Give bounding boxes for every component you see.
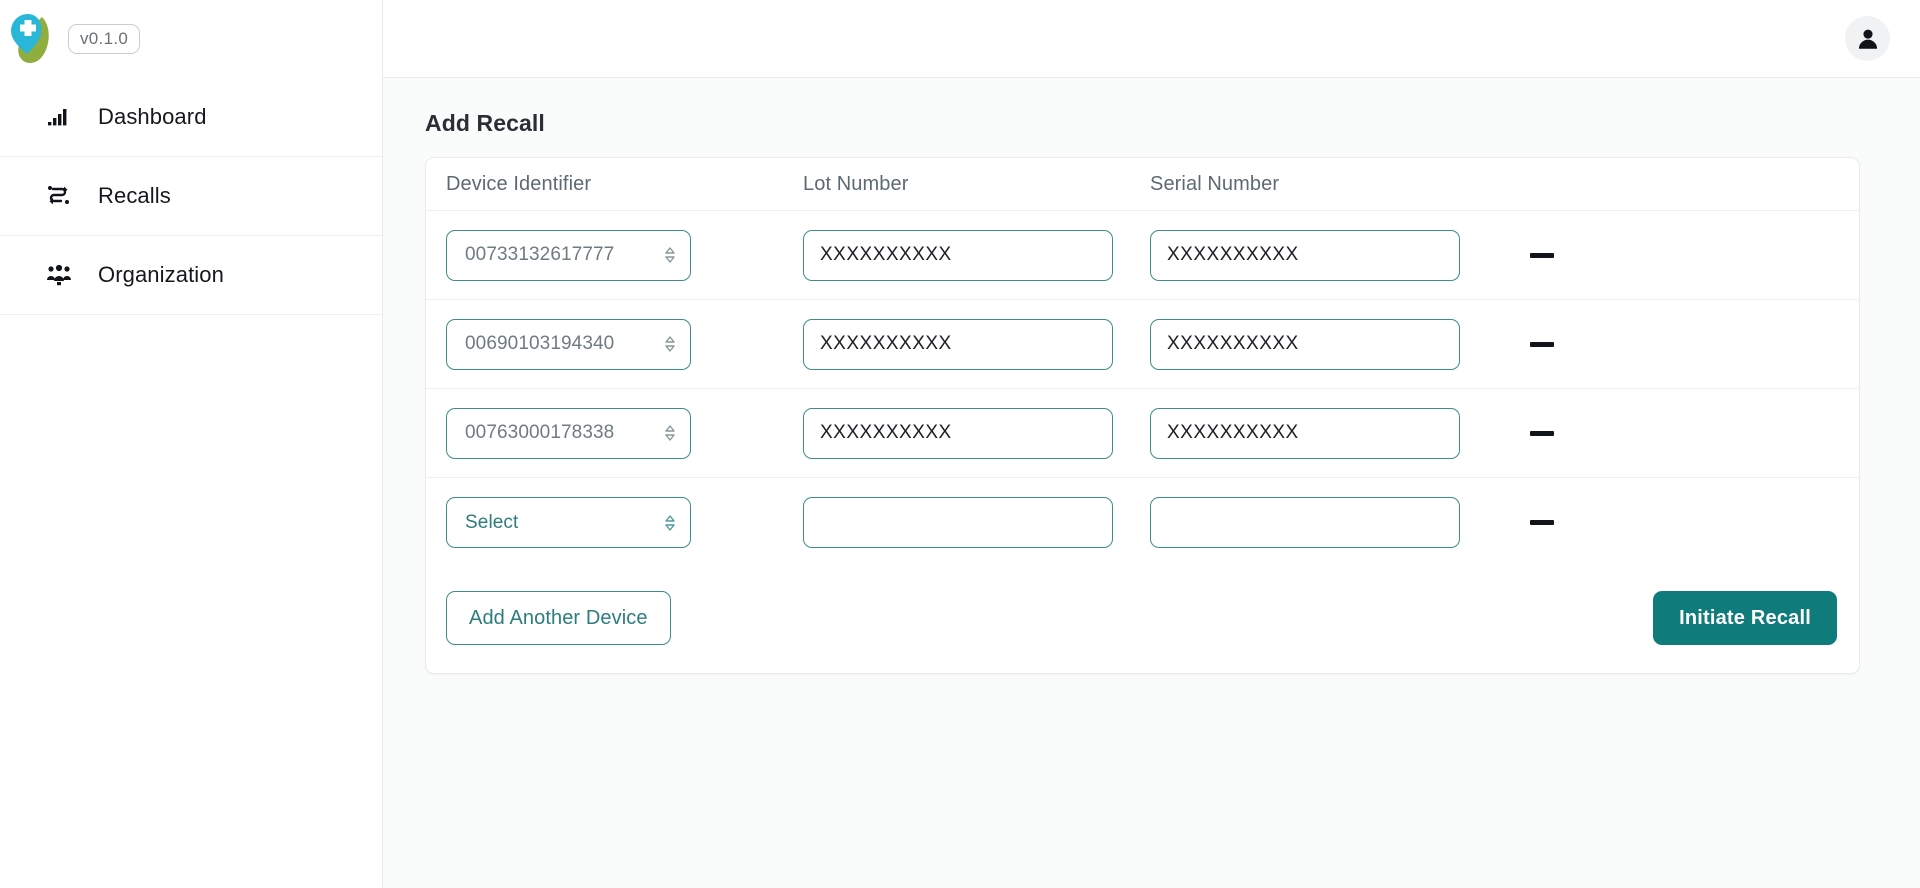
serial-number-input[interactable] (1150, 318, 1460, 370)
bar-chart-icon (46, 104, 72, 130)
chevron-updown-icon (664, 423, 676, 443)
column-header-serial-number: Serial Number (1150, 172, 1280, 195)
sidebar-item-recalls[interactable]: Recalls (0, 157, 382, 236)
content-area: Add Recall Device Identifier Lot Number … (383, 78, 1920, 888)
sidebar-item-organization[interactable]: Organization (0, 236, 382, 315)
serial-number-input[interactable] (1150, 229, 1460, 281)
card-footer: Add Another Device Initiate Recall (426, 567, 1859, 673)
map-pin-medical-logo (10, 13, 54, 65)
cell-serial-number (1150, 497, 1499, 548)
topbar (383, 0, 1920, 78)
sidebar-item-label: Organization (98, 262, 224, 287)
cell-serial-number (1150, 229, 1499, 281)
recall-arrows-icon (46, 183, 72, 209)
remove-row-button[interactable] (1527, 508, 1557, 538)
device-identifier-value: Select (465, 511, 519, 533)
serial-number-input[interactable] (1150, 407, 1460, 459)
lot-number-input[interactable] (803, 407, 1113, 459)
serial-number-input[interactable] (1150, 497, 1460, 548)
column-header-lot-number: Lot Number (803, 172, 909, 195)
cell-lot-number (803, 407, 1150, 459)
cell-serial-number (1150, 318, 1499, 370)
minus-icon (1530, 341, 1554, 347)
remove-row-button[interactable] (1527, 418, 1557, 448)
remove-row-button[interactable] (1527, 240, 1557, 270)
cell-lot-number (803, 497, 1150, 548)
lot-number-input[interactable] (803, 229, 1113, 281)
lot-number-input[interactable] (803, 318, 1113, 370)
cell-actions (1499, 329, 1839, 359)
page-title: Add Recall (425, 110, 545, 136)
cell-device-identifier: 00733132617777 (446, 229, 803, 281)
table-row: 00763000178338 (426, 389, 1859, 478)
add-another-device-button[interactable]: Add Another Device (446, 591, 671, 645)
add-recall-card: Device Identifier Lot Number Serial Numb… (425, 157, 1860, 674)
lot-number-input[interactable] (803, 497, 1113, 548)
device-identifier-select[interactable]: 00763000178338 (446, 407, 691, 459)
chevron-updown-icon (664, 513, 676, 533)
cell-lot-number (803, 229, 1150, 281)
cell-device-identifier: Select (446, 497, 803, 548)
cell-actions (1499, 418, 1839, 448)
sidebar: v0.1.0 Dashboard Recalls Organization (0, 0, 383, 888)
user-avatar-icon[interactable] (1845, 16, 1890, 61)
cell-actions (1499, 508, 1839, 538)
cell-serial-number (1150, 407, 1499, 459)
minus-icon (1530, 520, 1554, 525)
initiate-recall-button[interactable]: Initiate Recall (1653, 591, 1837, 645)
sidebar-item-label: Dashboard (98, 104, 207, 129)
device-identifier-value: 00763000178338 (465, 422, 615, 443)
table-row: 00690103194340 (426, 300, 1859, 389)
main-area: Add Recall Device Identifier Lot Number … (383, 0, 1920, 888)
device-identifier-select[interactable]: 00733132617777 (446, 229, 691, 281)
device-identifier-value: 00733132617777 (465, 244, 615, 265)
people-group-icon (46, 262, 72, 288)
table-row: 00733132617777 (426, 211, 1859, 300)
cell-actions (1499, 240, 1839, 270)
device-identifier-value: 00690103194340 (465, 333, 615, 354)
cell-device-identifier: 00763000178338 (446, 407, 803, 459)
minus-icon (1530, 430, 1554, 436)
chevron-updown-icon (664, 245, 676, 265)
table-header-row: Device Identifier Lot Number Serial Numb… (426, 158, 1859, 211)
version-badge: v0.1.0 (68, 24, 141, 54)
table-row: Select (426, 478, 1859, 567)
column-header-device-identifier: Device Identifier (446, 172, 592, 195)
brand-row: v0.1.0 (0, 0, 382, 78)
minus-icon (1530, 252, 1554, 258)
cell-device-identifier: 00690103194340 (446, 318, 803, 370)
cell-lot-number (803, 318, 1150, 370)
app-root: v0.1.0 Dashboard Recalls Organization Ad… (0, 0, 1920, 888)
sidebar-item-label: Recalls (98, 183, 171, 208)
sidebar-item-dashboard[interactable]: Dashboard (0, 78, 382, 157)
device-identifier-select[interactable]: Select (446, 497, 691, 548)
device-identifier-select[interactable]: 00690103194340 (446, 318, 691, 370)
remove-row-button[interactable] (1527, 329, 1557, 359)
chevron-updown-icon (664, 334, 676, 354)
sidebar-nav: Dashboard Recalls Organization (0, 78, 382, 315)
